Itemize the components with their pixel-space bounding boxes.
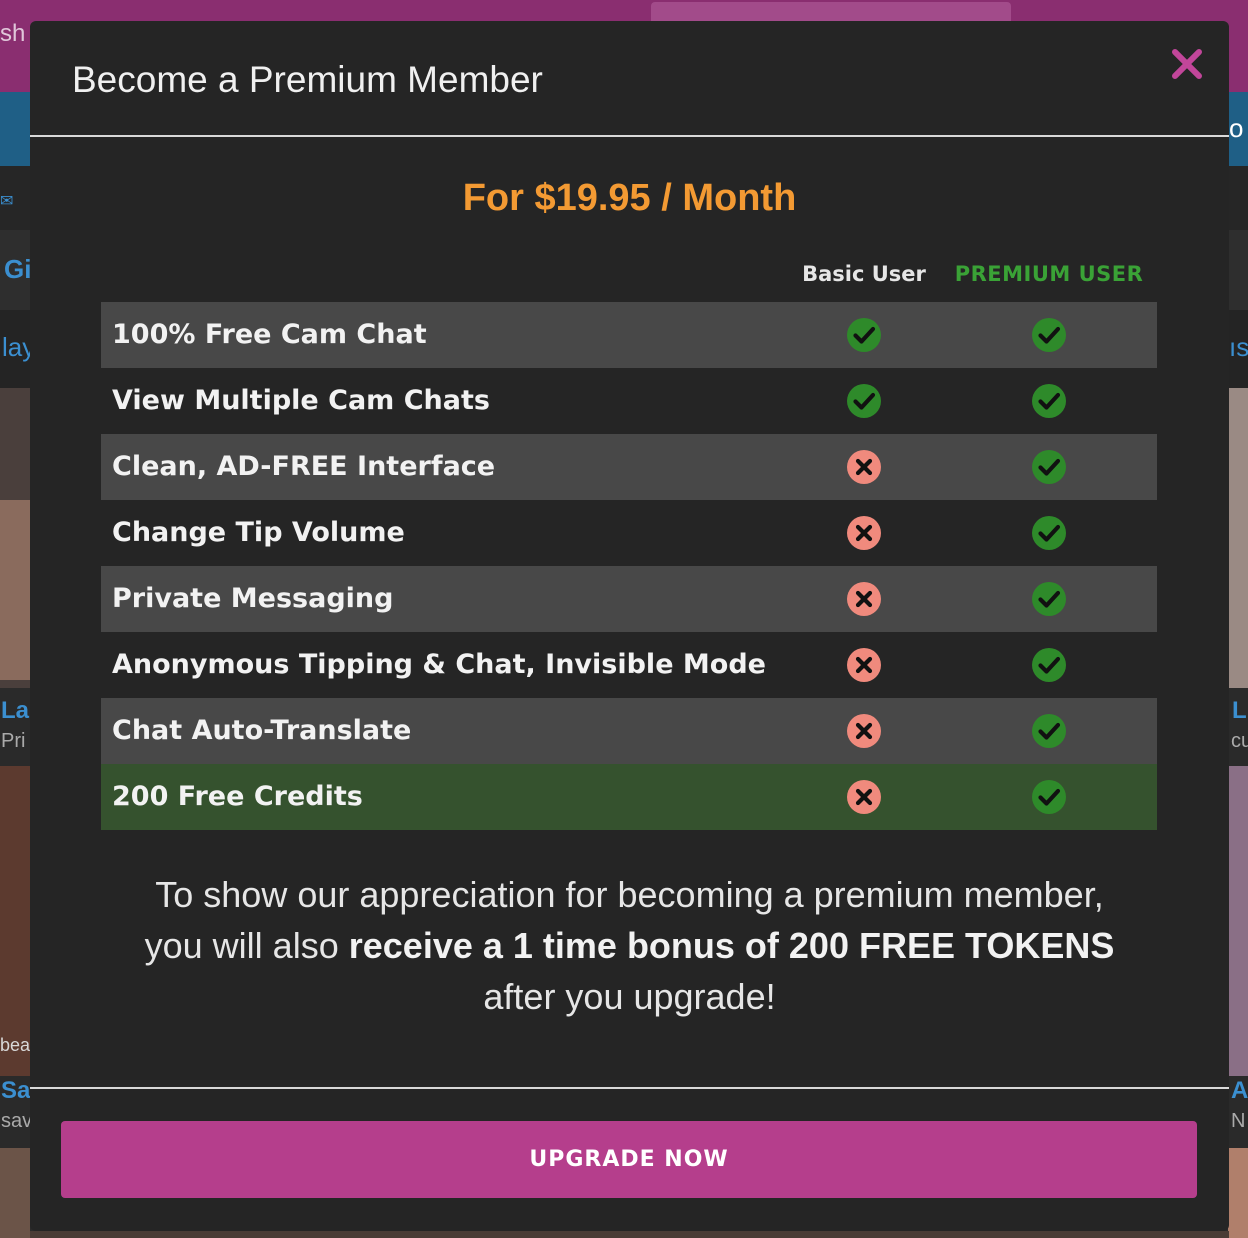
premium-modal: Become a Premium Member For $19.95 / Mon… bbox=[30, 21, 1229, 1231]
feature-label: View Multiple Cam Chats bbox=[112, 385, 490, 416]
feature-row: 200 Free Credits bbox=[101, 764, 1157, 830]
bg-thumbnail bbox=[0, 500, 30, 680]
bg-text: sh bbox=[0, 20, 26, 47]
bg-text: ıs bbox=[1229, 332, 1248, 362]
feature-row: Chat Auto-Translate bbox=[101, 698, 1157, 764]
feature-row: Private Messaging bbox=[101, 566, 1157, 632]
feature-label: 100% Free Cam Chat bbox=[112, 319, 427, 350]
cross-icon bbox=[846, 449, 882, 485]
bg-thumbnail bbox=[1228, 388, 1248, 688]
feature-label: Change Tip Volume bbox=[112, 517, 405, 548]
price-heading: For $19.95 / Month bbox=[462, 177, 797, 219]
feature-label: Private Messaging bbox=[112, 583, 394, 614]
feature-label: Chat Auto-Translate bbox=[112, 715, 412, 746]
check-icon bbox=[1031, 581, 1067, 617]
bg-text: sav bbox=[1, 1110, 33, 1132]
bg-thumbnail bbox=[0, 766, 30, 1076]
bonus-line-3: after you upgrade! bbox=[483, 976, 776, 1017]
modal-title: Become a Premium Member bbox=[72, 59, 543, 100]
feature-row: 100% Free Cam Chat bbox=[101, 302, 1157, 368]
feature-label: Clean, AD-FREE Interface bbox=[112, 451, 496, 482]
column-header-basic: Basic User bbox=[802, 262, 926, 286]
bg-text: Gi bbox=[4, 254, 32, 284]
check-icon bbox=[1031, 713, 1067, 749]
bg-text: cu bbox=[1231, 730, 1248, 752]
bg-text: Pri bbox=[1, 730, 26, 752]
feature-table: 100% Free Cam Chat View Multiple Cam Chat… bbox=[101, 302, 1157, 830]
bonus-emphasis: receive a 1 time bonus of 200 FREE TOKEN… bbox=[348, 925, 1115, 966]
feature-row: Clean, AD-FREE Interface bbox=[101, 434, 1157, 500]
check-icon bbox=[1031, 779, 1067, 815]
upgrade-now-button[interactable]: UPGRADE NOW bbox=[61, 1121, 1197, 1198]
bg-thumbnail bbox=[1228, 766, 1248, 1076]
bonus-line-2: you will also receive a 1 time bonus of … bbox=[30, 920, 1229, 971]
bg-text: Sa bbox=[1, 1077, 31, 1104]
bonus-line-2-text: you will also bbox=[144, 925, 339, 966]
feature-row: View Multiple Cam Chats bbox=[101, 368, 1157, 434]
bg-thumbnail bbox=[1228, 1148, 1248, 1238]
bg-text: La bbox=[1, 697, 30, 724]
check-icon bbox=[1031, 515, 1067, 551]
bg-text: o bbox=[1229, 113, 1244, 143]
bg-text: A bbox=[1231, 1077, 1248, 1104]
footer-divider bbox=[30, 1087, 1229, 1089]
cross-icon bbox=[846, 581, 882, 617]
bg-thumbnail-row bbox=[30, 1231, 1229, 1238]
bg-text: bea bbox=[0, 1035, 31, 1055]
check-icon bbox=[846, 317, 882, 353]
check-icon bbox=[846, 383, 882, 419]
mail-icon: ✉ bbox=[0, 193, 14, 210]
check-icon bbox=[1031, 449, 1067, 485]
modal-header: Become a Premium Member bbox=[30, 21, 1229, 137]
feature-row: Change Tip Volume bbox=[101, 500, 1157, 566]
check-icon bbox=[1031, 647, 1067, 683]
check-icon bbox=[1031, 317, 1067, 353]
bg-text: N bbox=[1231, 1110, 1246, 1132]
bonus-message: To show our appreciation for becoming a … bbox=[30, 869, 1229, 1022]
cross-icon bbox=[846, 515, 882, 551]
cross-icon bbox=[846, 647, 882, 683]
bg-text: L bbox=[1232, 697, 1247, 724]
column-header-premium: PREMIUM USER bbox=[954, 262, 1144, 286]
feature-row: Anonymous Tipping & Chat, Invisible Mode bbox=[101, 632, 1157, 698]
close-icon[interactable] bbox=[1168, 45, 1206, 83]
cross-icon bbox=[846, 779, 882, 815]
bg-thumbnail bbox=[0, 1148, 30, 1238]
cross-icon bbox=[846, 713, 882, 749]
feature-label: Anonymous Tipping & Chat, Invisible Mode bbox=[112, 649, 766, 680]
check-icon bbox=[1031, 383, 1067, 419]
feature-label: 200 Free Credits bbox=[112, 781, 363, 812]
bonus-line-1: To show our appreciation for becoming a … bbox=[155, 874, 1104, 915]
